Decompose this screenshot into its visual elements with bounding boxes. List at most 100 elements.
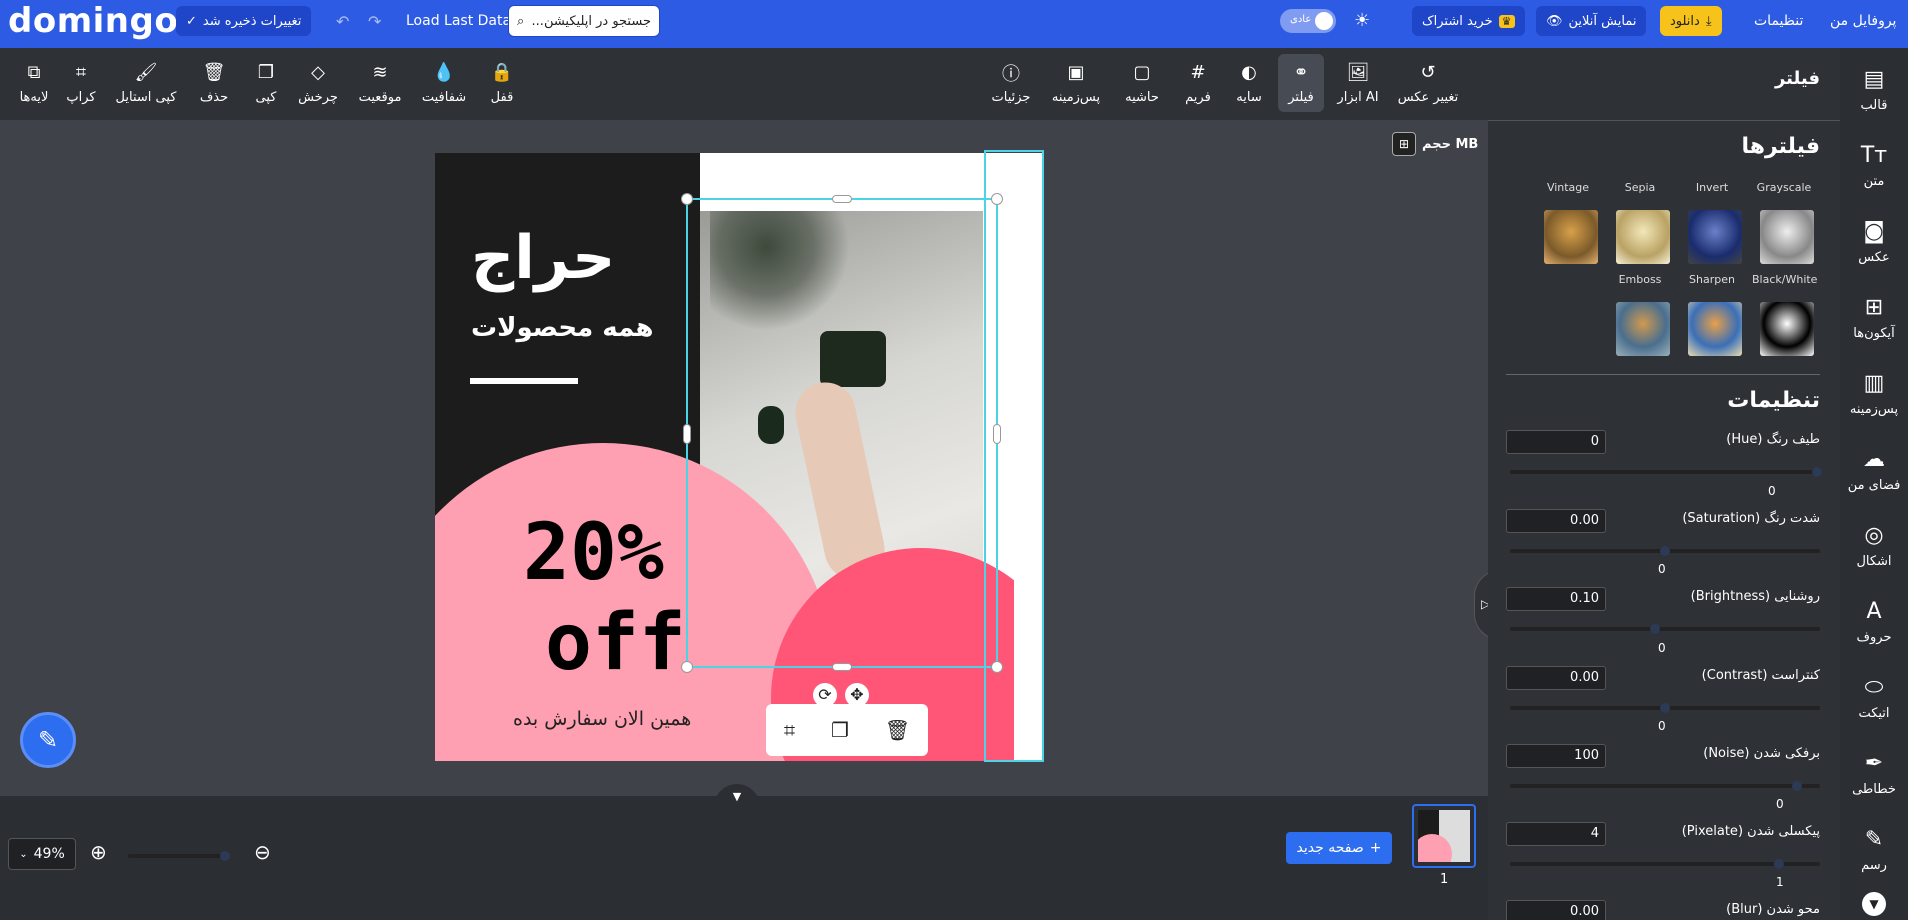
rail-draw[interactable]: ✎ رسم (1840, 828, 1908, 874)
contrast-slider[interactable] (1510, 703, 1820, 713)
tool-lock[interactable]: 🔒 قفل (484, 54, 520, 112)
rail-calligraphy[interactable]: ✒ خطاطی (1840, 752, 1908, 798)
rail-scroll-down[interactable]: ▼ (1862, 892, 1886, 916)
rail-photo[interactable]: ◙ عکس (1840, 220, 1908, 266)
tool-change-photo[interactable]: ↺ تغییر عکس (1396, 54, 1460, 112)
settings-link[interactable]: تنظیمات (1754, 6, 1803, 36)
filter-vintage-thumb[interactable] (1544, 210, 1598, 264)
rail-label: حروف (1856, 630, 1892, 645)
tool-label: سایه (1236, 89, 1262, 105)
resize-handle-top[interactable] (832, 195, 852, 203)
online-preview-button[interactable]: 👁 نمایش آنلاین (1536, 6, 1647, 36)
rail-text[interactable]: Tт متن (1840, 144, 1908, 190)
hue-slider[interactable] (1510, 467, 1822, 477)
tool-crop[interactable]: ⌗ کراپ (66, 54, 96, 112)
slider-thumb[interactable] (1650, 624, 1660, 634)
slider-thumb[interactable] (1792, 781, 1802, 791)
tool-copy[interactable]: ❐ کپی (250, 54, 282, 112)
zoom-select[interactable]: ⌄ 49% (8, 838, 76, 870)
slider-thumb[interactable] (1812, 467, 1822, 477)
filter-sharpen-thumb[interactable] (1688, 302, 1742, 356)
undo-icon[interactable]: ↶ (336, 6, 349, 36)
tool-background[interactable]: ▣ پس‌زمینه (1048, 54, 1104, 112)
pixelate-input[interactable]: 4 (1506, 822, 1606, 846)
saved-status-button[interactable]: ✓ تغییرات ذخیره شد (176, 6, 312, 36)
filter-sepia-thumb[interactable] (1616, 210, 1670, 264)
tool-copy-style[interactable]: 🖌 کپی استایل (112, 54, 180, 112)
page-thumbnail[interactable] (1412, 804, 1476, 868)
saturation-slider[interactable] (1510, 546, 1820, 556)
brightness-slider[interactable] (1510, 624, 1820, 634)
saturation-input[interactable]: 0.00 (1506, 509, 1606, 533)
rail-my-space[interactable]: ☁ فضای من (1840, 448, 1908, 494)
rail-template[interactable]: ▤ قالب (1840, 68, 1908, 114)
tool-details[interactable]: ⓘ جزئیات (988, 54, 1034, 112)
sun-icon[interactable]: ☀ (1354, 10, 1370, 31)
search-input[interactable]: جستجو در اپلیکیشن... ⌕ (508, 5, 660, 37)
download-button[interactable]: دانلود ⤓ (1660, 6, 1722, 36)
filter-label: Invert (1695, 181, 1729, 194)
filter-blackwhite-thumb[interactable] (1760, 302, 1814, 356)
rail-shapes[interactable]: ◎ اشکال (1840, 524, 1908, 570)
resize-handle-right[interactable] (993, 424, 1001, 444)
file-size-indicator[interactable]: ⊞ حجم MB (1392, 132, 1478, 156)
new-page-label: صفحه جدید (1296, 840, 1364, 856)
zoom-out-icon[interactable]: ⊖ (254, 840, 271, 864)
percent-text[interactable]: 20% (523, 508, 664, 598)
noise-input[interactable]: 100 (1506, 744, 1606, 768)
trash-icon[interactable]: 🗑 (885, 718, 910, 742)
off-text[interactable]: off (545, 598, 686, 688)
tool-filter[interactable]: ⚭ فیلتر (1278, 54, 1324, 112)
mode-toggle[interactable]: عادی (1280, 9, 1336, 33)
slider-thumb[interactable] (1774, 859, 1784, 869)
resize-handle-bl[interactable] (681, 661, 693, 673)
tool-shadow[interactable]: ◐ سایه (1232, 54, 1266, 112)
tool-ai[interactable]: 🖼 ابزار AI (1336, 54, 1380, 112)
all-products-text[interactable]: همه محصولات (471, 313, 654, 343)
noise-slider-value: 0 (1776, 797, 1784, 811)
contrast-input[interactable]: 0.00 (1506, 666, 1606, 690)
tool-frame[interactable]: # فریم (1182, 54, 1214, 112)
selection-box[interactable] (681, 193, 1003, 673)
resize-handle-tl[interactable] (681, 193, 693, 205)
subscribe-button[interactable]: خرید اشتراک ♛ (1412, 6, 1525, 36)
filter-invert-thumb[interactable] (1688, 210, 1742, 264)
tool-label: حاشیه (1125, 89, 1159, 105)
rail-background[interactable]: ▥ پس‌زمینه (1840, 372, 1908, 418)
blur-input[interactable]: 0.00 (1506, 900, 1606, 920)
rail-letters[interactable]: A حروف (1840, 600, 1908, 646)
order-now-text[interactable]: همین الان سفارش بده (513, 708, 691, 730)
zoom-in-icon[interactable]: ⊕ (90, 840, 107, 864)
tool-position[interactable]: ≋ موقعیت (356, 54, 404, 112)
load-last-data-button[interactable]: Load Last Data (406, 6, 511, 36)
tool-border[interactable]: ▢ حاشیه (1122, 54, 1162, 112)
tool-delete[interactable]: 🗑 حذف (196, 54, 232, 112)
slider-thumb[interactable] (1660, 546, 1670, 556)
filter-grayscale-thumb[interactable] (1760, 210, 1814, 264)
duplicate-icon[interactable]: ❐ (831, 718, 849, 742)
noise-slider[interactable] (1510, 781, 1820, 791)
zoom-slider-thumb[interactable] (220, 851, 230, 861)
resize-handle-bottom[interactable] (832, 663, 852, 671)
filter-emboss-thumb[interactable] (1616, 302, 1670, 356)
tool-opacity[interactable]: 💧 شفافیت (420, 54, 468, 112)
profile-link[interactable]: پروفایل من (1830, 6, 1896, 36)
sale-heading[interactable]: حراج (471, 223, 615, 293)
tool-layers[interactable]: ⧉ لایه‌ها (14, 54, 54, 112)
tool-rotate[interactable]: ◇ چرخش (296, 54, 340, 112)
crop-icon[interactable]: ⌗ (784, 718, 795, 742)
zoom-slider[interactable] (128, 851, 230, 861)
magic-wand-button[interactable]: ✎ (20, 712, 76, 768)
brightness-input[interactable]: 0.10 (1506, 587, 1606, 611)
resize-handle-br[interactable] (991, 661, 1003, 673)
resize-handle-tr[interactable] (991, 193, 1003, 205)
pixelate-slider[interactable] (1510, 859, 1820, 869)
slider-thumb[interactable] (1660, 703, 1670, 713)
hue-input[interactable]: 0 (1506, 430, 1606, 454)
rail-icons[interactable]: ⊞ آیکون‌ها (1840, 296, 1908, 342)
new-page-button[interactable]: صفحه جدید + (1286, 832, 1392, 864)
resize-handle-left[interactable] (683, 424, 691, 444)
redo-icon[interactable]: ↷ (368, 6, 381, 36)
logo[interactable]: domingo (8, 0, 178, 42)
rail-sticker[interactable]: ⬭ اتیکت (1840, 676, 1908, 722)
